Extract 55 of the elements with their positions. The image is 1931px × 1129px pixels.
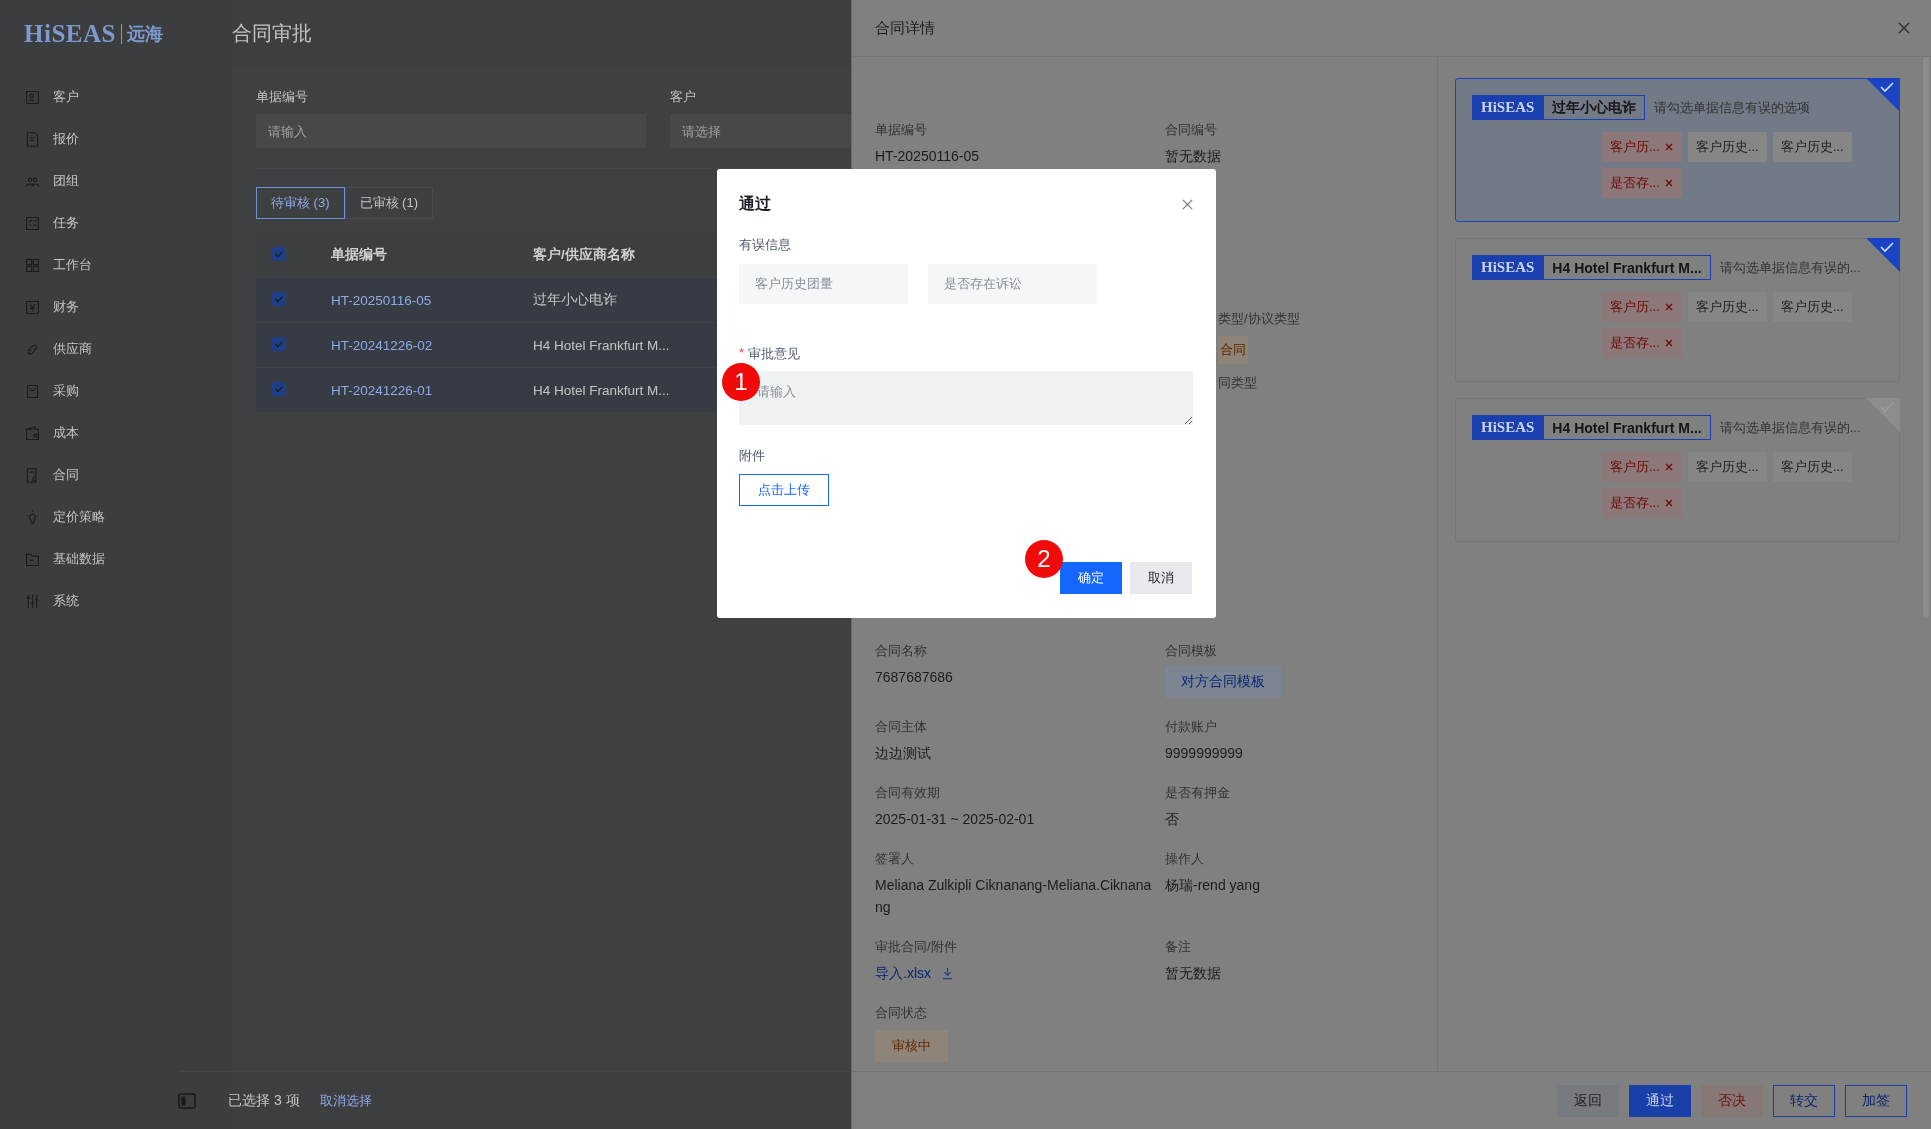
field-label: 有误信息	[739, 236, 791, 254]
logo: HiSEAS	[1472, 255, 1544, 280]
card-hint: 请勾选单据信息有误的选项	[1654, 98, 1811, 117]
field-label: 审批合同/附件	[875, 938, 957, 956]
field-label: 单据编号	[875, 121, 927, 139]
field-label: 合同有效期	[875, 784, 940, 802]
field-label: 审批意见	[748, 345, 801, 363]
field-label: 合同编号	[1165, 121, 1217, 139]
error-info-field: 客户历史团量	[739, 264, 908, 304]
field-label: 付款账户	[1165, 718, 1217, 736]
drawer-title: 合同详情	[875, 18, 935, 38]
error-info-field: 是否存在诉讼	[928, 264, 1097, 304]
page-title: 合同审批	[232, 21, 313, 46]
dialog-title: 通过	[739, 194, 771, 214]
table-cell: H4 Hotel Frankfurt M...	[533, 382, 670, 398]
field-label: 备注	[1165, 938, 1191, 956]
card-hint: 请勾选单据信息有误的...	[1719, 258, 1861, 277]
field-label: 合同状态	[875, 1004, 927, 1022]
field-value: 7687687686	[875, 668, 954, 687]
filter-label: 单据编号	[256, 88, 309, 106]
selection-count: 已选择 3 项	[228, 1091, 300, 1110]
customer-name: H4 Hotel Frankfurt M...	[1543, 415, 1711, 440]
field-value: 否	[1165, 810, 1180, 829]
filter-label: 客户	[670, 88, 697, 106]
field-label: 操作人	[1165, 850, 1204, 868]
field-value: 2025-01-31 ~ 2025-02-01	[875, 810, 1036, 829]
field-label: 是否有押金	[1165, 784, 1230, 802]
customer-name: 过年小心电诈	[1543, 95, 1646, 120]
field-label: 同类型	[1218, 374, 1257, 392]
field-value: HT-20250116-05	[875, 147, 980, 166]
required-mark: *	[739, 345, 745, 362]
field-value: 暂无数据	[1165, 147, 1221, 166]
card-hint: 请勾选单据信息有误的...	[1719, 418, 1861, 437]
field-value: 边边测试	[875, 744, 932, 763]
field-value: 杨瑞-rend yang	[1165, 876, 1261, 895]
column-header: 单据编号	[331, 246, 388, 264]
logo: HiSEAS	[1472, 415, 1544, 440]
logo: HiSEAS	[1472, 95, 1544, 120]
table-cell: H4 Hotel Frankfurt M...	[533, 337, 670, 353]
field-label: 合同名称	[875, 642, 927, 660]
field-value: Meliana Zulkipli Ciknanang-Meliana.Ciknanang	[875, 876, 1153, 917]
contract-type-tag: 合同	[1218, 336, 1248, 364]
field-label: 合同主体	[875, 718, 927, 736]
field-value: 9999999999	[1165, 744, 1244, 763]
table-cell: 过年小心电诈	[533, 292, 617, 307]
field-label: 合同模板	[1165, 642, 1217, 660]
column-header: 客户/供应商名称	[533, 246, 636, 264]
step-marker: 2	[1025, 540, 1063, 578]
field-value: 暂无数据	[1165, 964, 1222, 983]
logo: HiSEAS 远海	[23, 19, 164, 49]
field-label: 签署人	[875, 850, 914, 868]
field-label: 类型/协议类型	[1218, 310, 1300, 328]
field-label: 附件	[739, 447, 765, 465]
customer-name: H4 Hotel Frankfurt M...	[1543, 255, 1711, 280]
status-tag: 审核中	[875, 1030, 948, 1062]
